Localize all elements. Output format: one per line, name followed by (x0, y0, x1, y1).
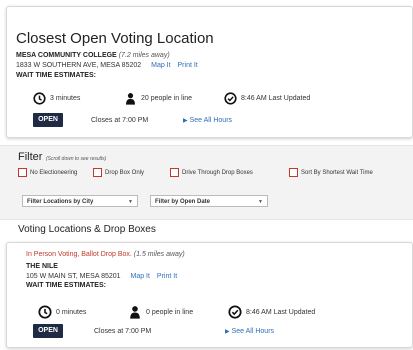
closest-title: Closest Open Voting Location (16, 30, 214, 47)
closest-location-name: MESA COMMUNITY COLLEGE (7.2 miles away) (16, 52, 170, 59)
closest-address: 1833 W SOUTHERN AVE, MESA 85202 Map It P… (16, 62, 198, 69)
checkbox-no-electioneering[interactable]: No Electioneering (18, 168, 77, 177)
checkbox-box[interactable] (170, 168, 179, 177)
check-circle-icon (224, 92, 237, 105)
wait-time-stat: 0 minutes (38, 305, 86, 319)
see-all-hours-link[interactable]: ▶ See All Hours (225, 328, 274, 335)
see-all-hours-link[interactable]: ▶ See All Hours (183, 117, 232, 124)
person-icon (126, 93, 135, 105)
checkbox-drive-through[interactable]: Drive Through Drop Boxes (170, 168, 253, 177)
people-in-line-stat: 0 people in line (128, 305, 193, 319)
clock-icon (33, 92, 46, 105)
voting-locations-page: Closest Open Voting Location MESA COMMUN… (0, 0, 413, 350)
open-status-badge: OPEN (33, 324, 63, 338)
last-updated-stat: 8:46 AM Last Updated (224, 92, 310, 105)
people-in-line-stat: 20 people in line (124, 92, 192, 105)
location-address: 105 W MAIN ST, MESA 85201 Map It Print I… (26, 273, 178, 280)
clock-icon (38, 305, 52, 319)
triangle-right-icon: ▶ (225, 329, 230, 335)
last-updated-stat: 8:46 AM Last Updated (228, 305, 315, 319)
filter-title: Filter (18, 151, 43, 163)
checkbox-box[interactable] (93, 168, 102, 177)
checkbox-drop-box-only[interactable]: Drop Box Only (93, 168, 144, 177)
print-it-link[interactable]: Print It (157, 273, 177, 280)
checkbox-box[interactable] (289, 168, 298, 177)
city-filter-select[interactable]: Filter Locations by City ▼ (22, 195, 138, 207)
print-it-link[interactable]: Print It (178, 62, 198, 69)
checkbox-box[interactable] (18, 168, 27, 177)
wait-time-label: WAIT TIME ESTIMATES: (26, 282, 106, 289)
check-circle-icon (228, 305, 242, 319)
map-it-link[interactable]: Map It (131, 273, 150, 280)
closing-time: Closes at 7:00 PM (91, 117, 149, 124)
checkbox-sort-wait-time[interactable]: Sort By Shortest Wait Time (289, 168, 373, 177)
map-it-link[interactable]: Map It (151, 62, 170, 69)
filter-note: (Scroll down to see results) (46, 156, 107, 162)
person-icon (130, 306, 140, 319)
wait-time-label: WAIT TIME ESTIMATES: (16, 72, 96, 79)
date-filter-select[interactable]: Filter by Open Date ▼ (150, 195, 268, 207)
section-title: Voting Locations & Drop Boxes (18, 224, 156, 235)
triangle-right-icon: ▶ (183, 118, 188, 124)
location-name: THE NILE (26, 263, 58, 270)
location-type: In Person Voting, Ballot Drop Box. (1.5 … (26, 251, 185, 258)
wait-time-stat: 3 minutes (33, 92, 80, 105)
closing-time: Closes at 7:00 PM (94, 328, 152, 335)
open-status-badge: OPEN (33, 113, 63, 127)
dropdown-arrow-icon: ▼ (258, 199, 263, 205)
dropdown-arrow-icon: ▼ (128, 199, 133, 205)
